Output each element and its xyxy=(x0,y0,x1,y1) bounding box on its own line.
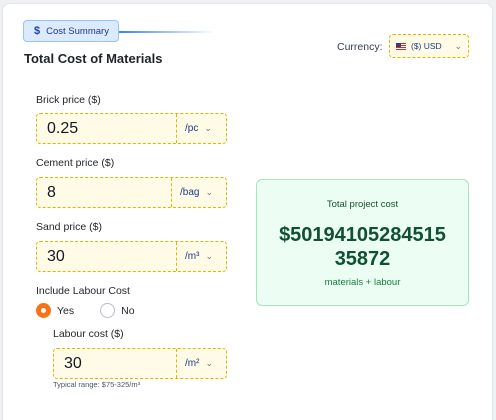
page-title: Total Cost of Materials xyxy=(24,51,163,66)
labour-radio-group: Yes No xyxy=(36,303,135,318)
sand-price-input[interactable]: 30 xyxy=(37,242,176,271)
tab-underline xyxy=(119,31,215,33)
cement-price-label: Cement price ($) xyxy=(36,157,115,169)
us-flag-icon xyxy=(396,42,406,50)
tab-cost-summary[interactable]: $ Cost Summary xyxy=(23,20,119,42)
total-cost-subtitle: materials + labour xyxy=(324,277,401,288)
labour-yes-radio[interactable] xyxy=(36,303,51,318)
labour-cost-label: Labour cost ($) xyxy=(53,328,124,340)
brick-price-label: Brick price ($) xyxy=(36,94,101,106)
chevron-down-icon: ⌄ xyxy=(205,251,213,261)
brick-price-field: 0.25 /pc ⌄ xyxy=(36,113,227,144)
dollar-icon: $ xyxy=(34,25,41,37)
labour-cost-field: 30 /m² ⌄ xyxy=(53,348,227,379)
labour-cost-hint: Typical range: $75-325/m³ xyxy=(53,380,141,389)
total-cost-value: $5019410528451535872 xyxy=(279,224,446,270)
currency-label: Currency: xyxy=(337,41,383,53)
chevron-down-icon: ⌄ xyxy=(205,358,213,368)
sand-price-field: 30 /m³ ⌄ xyxy=(36,241,227,272)
brick-unit-label: /pc xyxy=(185,123,199,134)
cement-price-field: 8 /bag ⌄ xyxy=(36,177,227,208)
cement-price-input[interactable]: 8 xyxy=(37,178,171,207)
labour-cost-input[interactable]: 30 xyxy=(54,349,176,378)
currency-select[interactable]: ($) USD ⌄ xyxy=(389,34,469,58)
chevron-down-icon: ⌄ xyxy=(454,40,462,51)
sand-unit-select[interactable]: /m³ ⌄ xyxy=(176,242,226,271)
sand-unit-label: /m³ xyxy=(185,251,200,262)
labour-yes-label[interactable]: Yes xyxy=(57,305,74,317)
total-cost-panel: Total project cost $5019410528451535872 … xyxy=(256,179,469,306)
brick-unit-select[interactable]: /pc ⌄ xyxy=(176,114,226,143)
tab-label: Cost Summary xyxy=(46,25,109,37)
labour-no-radio[interactable] xyxy=(100,303,116,318)
currency-value: ($) USD xyxy=(411,41,442,51)
sand-price-label: Sand price ($) xyxy=(36,221,102,233)
chevron-down-icon: ⌄ xyxy=(205,187,214,197)
include-labour-label: Include Labour Cost xyxy=(36,285,130,297)
cement-unit-select[interactable]: /bag ⌄ xyxy=(171,178,226,207)
brick-price-input[interactable]: 0.25 xyxy=(37,114,176,143)
chevron-down-icon: ⌄ xyxy=(204,123,212,133)
labour-unit-select[interactable]: /m² ⌄ xyxy=(176,349,226,378)
labour-no-label[interactable]: No xyxy=(121,305,134,317)
total-cost-title: Total project cost xyxy=(326,199,399,210)
labour-unit-label: /m² xyxy=(185,358,200,369)
cement-unit-label: /bag xyxy=(180,187,200,198)
